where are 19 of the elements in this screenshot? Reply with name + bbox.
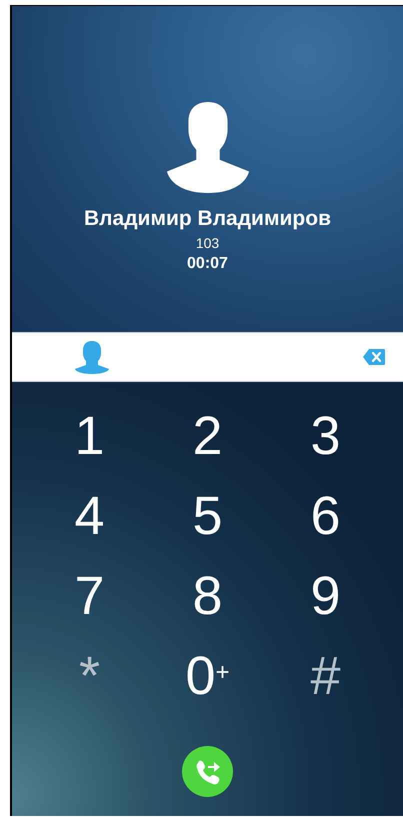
dial-key[interactable]: 8 bbox=[148, 556, 266, 636]
dial-key[interactable]: 1 bbox=[30, 396, 148, 476]
dial-key[interactable]: # bbox=[266, 636, 384, 716]
dial-key[interactable]: 7 bbox=[30, 556, 148, 636]
dial-key[interactable]: 3 bbox=[266, 396, 384, 476]
dial-key[interactable]: 2 bbox=[148, 396, 266, 476]
dial-key[interactable]: 5 bbox=[148, 476, 266, 556]
dial-input-bar[interactable] bbox=[12, 332, 403, 382]
caller-name: Владимир Владимиров bbox=[84, 207, 331, 231]
transfer-call-button[interactable] bbox=[182, 746, 233, 797]
dial-key[interactable]: 6 bbox=[266, 476, 384, 556]
caller-number: 103 bbox=[196, 235, 220, 251]
dial-key[interactable]: * bbox=[30, 636, 148, 716]
contact-icon[interactable] bbox=[74, 340, 110, 374]
backspace-icon[interactable] bbox=[362, 348, 386, 366]
call-duration: 00:07 bbox=[187, 255, 228, 273]
dial-key[interactable]: 0$^{+}$ bbox=[148, 636, 266, 716]
dial-key[interactable]: 9 bbox=[266, 556, 384, 636]
dial-key[interactable]: 4 bbox=[30, 476, 148, 556]
